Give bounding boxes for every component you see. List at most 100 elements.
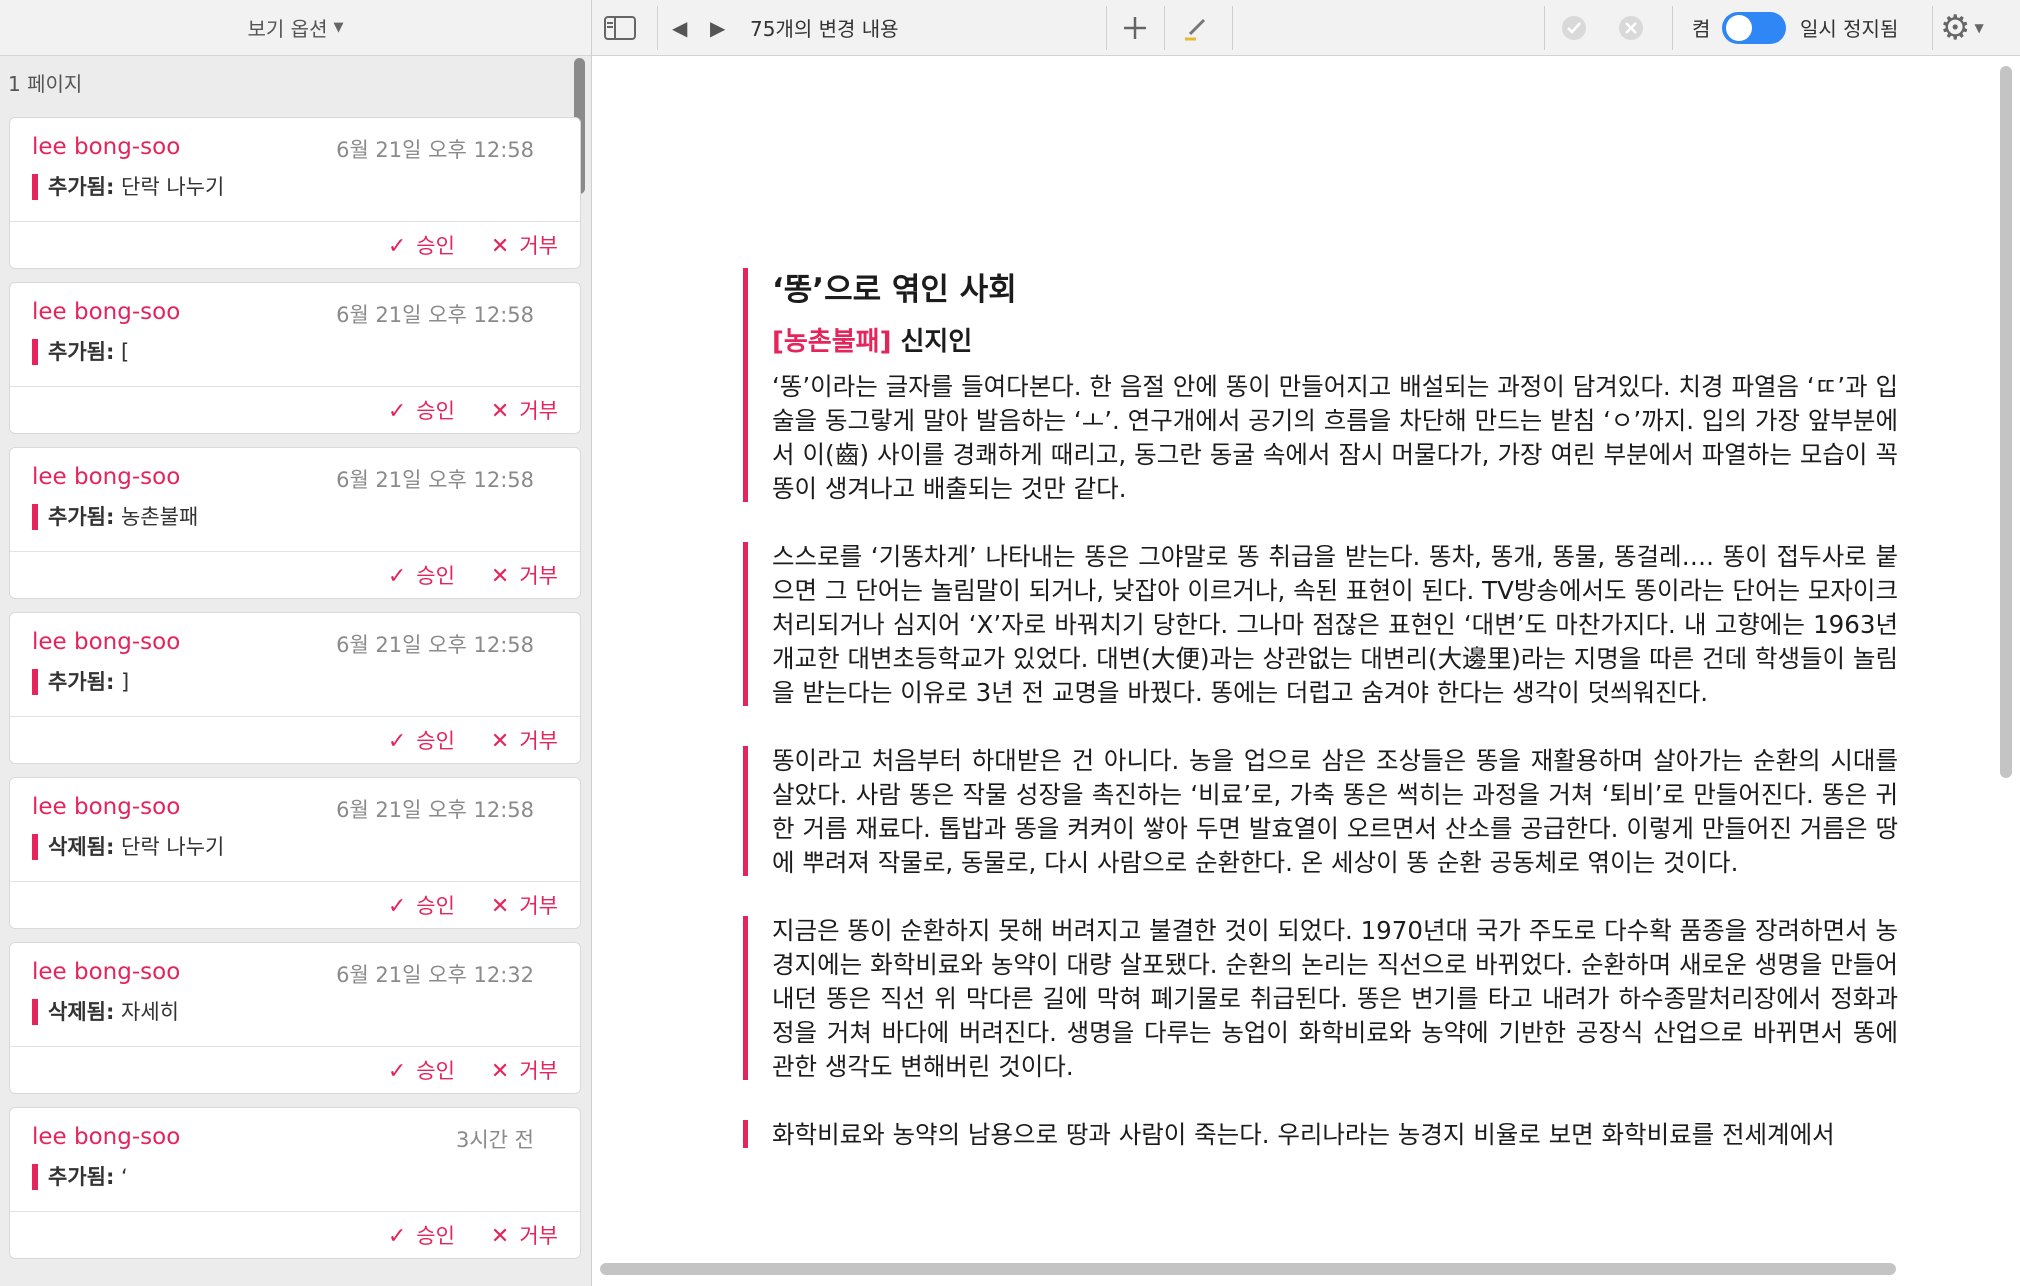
next-change-button[interactable]: ▶	[710, 0, 725, 55]
paragraph: 화학비료와 농약의 남용으로 땅과 사람이 죽는다. 우리나라는 농경지 비율로…	[772, 1120, 1835, 1149]
toolbar-divider	[1106, 6, 1107, 50]
change-card[interactable]: lee bong-soo 3시간 전 추가됨: ‘ ✓ 승인 ✕ 거부	[9, 1107, 581, 1259]
reject-label: 거부	[519, 729, 558, 753]
title-block: ‘똥’으로 엮인 사회 [농촌불패] 신지인 ‘똥’이라는 글자를 들여다본다.…	[743, 266, 1898, 506]
reject-label: 거부	[519, 564, 558, 588]
change-card[interactable]: lee bong-soo 6월 21일 오후 12:58 삭제됨: 단락 나누기 ✓ 승…	[9, 777, 581, 929]
horizontal-scrollbar[interactable]	[600, 1263, 1896, 1275]
close-icon: ✕	[490, 729, 510, 754]
close-icon: ✕	[490, 894, 510, 919]
change-actions: ✓ 승인 ✕ 거부	[10, 716, 580, 763]
reject-button[interactable]: ✕ 거부	[491, 230, 558, 260]
accept-button[interactable]: ✓ 승인	[388, 1220, 455, 1250]
reject-button[interactable]: ✕ 거부	[491, 890, 558, 920]
check-circle-icon	[1562, 15, 1586, 40]
add-comment-button[interactable]	[1122, 0, 1148, 55]
accept-label: 승인	[416, 894, 455, 918]
toolbar-divider	[1544, 6, 1545, 50]
highlighter-icon	[1185, 18, 1206, 40]
reject-button[interactable]: ✕ 거부	[491, 395, 558, 425]
track-changes-on-label: 켬	[1692, 17, 1711, 41]
change-kind: 추가됨:	[48, 505, 115, 529]
paragraph-block: 똥이라고 처음부터 하대받은 건 아니다. 농을 업으로 삼은 조상들은 똥을 …	[743, 744, 1898, 880]
close-icon: ✕	[490, 234, 510, 259]
check-icon: ✓	[387, 234, 407, 259]
reject-button[interactable]: ✕ 거부	[491, 725, 558, 755]
accept-button[interactable]: ✓ 승인	[388, 890, 455, 920]
reject-all-button[interactable]	[1617, 0, 1645, 55]
change-kind: 추가됨:	[48, 175, 115, 199]
change-card[interactable]: lee bong-soo 6월 21일 오후 12:58 추가됨: [✓ 승인 ✕ 거부	[9, 282, 581, 434]
highlight-button[interactable]	[1182, 0, 1210, 55]
close-icon: ✕	[490, 1224, 510, 1249]
change-text: 자세히	[121, 1000, 180, 1024]
reject-label: 거부	[519, 894, 558, 918]
change-text: 단락 나누기	[121, 835, 225, 859]
change-description: 추가됨: 단락 나누기	[32, 174, 224, 200]
paragraph: ‘똥’이라는 글자를 들여다본다. 한 음절 안에 똥이 만들어지고 배설되는 …	[772, 372, 1898, 503]
change-text: [	[121, 340, 130, 364]
article: ‘똥’으로 엮인 사회 [농촌불패] 신지인 ‘똥’이라는 글자를 들여다본다.…	[743, 266, 1898, 1186]
change-time: 6월 21일 오후 12:58	[336, 138, 534, 162]
check-icon: ✓	[387, 564, 407, 589]
check-icon: ✓	[387, 729, 407, 754]
change-actions: ✓ 승인 ✕ 거부	[10, 1211, 580, 1258]
paragraph: 스스로를 ‘기똥차게’ 나타내는 똥은 그야말로 똥 취급을 받는다. 똥차, …	[772, 542, 1898, 707]
change-card[interactable]: lee bong-soo 6월 21일 오후 12:58 추가됨: ] ✓ 승인 ✕ 거부	[9, 612, 581, 764]
change-card[interactable]: lee bong-soo 6월 21일 오후 12:58 추가됨: 농촌불패 ✓ 승인 ✕…	[9, 447, 581, 599]
view-options-label: 보기 옵션	[247, 17, 328, 41]
accept-button[interactable]: ✓ 승인	[388, 725, 455, 755]
change-bar	[743, 916, 748, 1080]
change-card[interactable]: lee bong-soo 6월 21일 오후 12:32 삭제됨: 자세히 ✓ 승인 ✕ 거…	[9, 942, 581, 1094]
reject-label: 거부	[519, 234, 558, 258]
accept-button[interactable]: ✓ 승인	[388, 1055, 455, 1085]
paragraph-block: 화학비료와 농약의 남용으로 땅과 사람이 죽는다. 우리나라는 농경지 비율로…	[743, 1118, 1898, 1152]
change-text: ‘	[121, 1165, 128, 1189]
change-actions: ✓ 승인 ✕ 거부	[10, 1046, 580, 1093]
reject-button[interactable]: ✕ 거부	[491, 1220, 558, 1250]
change-description: 추가됨: 농촌불패	[32, 504, 198, 530]
change-time: 6월 21일 오후 12:32	[336, 963, 534, 987]
toolbar-divider	[1932, 6, 1933, 50]
article-subtitle: [농촌불패] 신지인	[772, 322, 1898, 362]
settings-button[interactable]: ⚙ ▼	[1940, 0, 1984, 55]
accept-button[interactable]: ✓ 승인	[388, 560, 455, 590]
change-kind: 추가됨:	[48, 1165, 115, 1189]
change-description: 추가됨: ‘	[32, 1164, 128, 1190]
accept-label: 승인	[416, 1059, 455, 1083]
changes-count: 75개의 변경 내용	[750, 17, 899, 41]
sidebar-toggle-button[interactable]	[604, 0, 636, 55]
author-name: 신지인	[900, 327, 973, 357]
close-icon: ✕	[490, 399, 510, 424]
accept-button[interactable]: ✓ 승인	[388, 230, 455, 260]
change-actions: ✓ 승인 ✕ 거부	[10, 551, 580, 598]
vertical-scrollbar[interactable]	[2000, 66, 2012, 778]
change-time: 6월 21일 오후 12:58	[336, 633, 534, 657]
track-changes-toggle[interactable]	[1722, 11, 1786, 44]
changes-sidebar: 보기 옵션 ▼ 1 페이지 lee bong-soo 6월 21일 오후 12:5…	[0, 0, 592, 1286]
change-time: 6월 21일 오후 12:58	[336, 798, 534, 822]
accept-label: 승인	[416, 729, 455, 753]
accept-label: 승인	[416, 1224, 455, 1248]
change-kind: 추가됨:	[48, 670, 115, 694]
check-icon: ✓	[387, 894, 407, 919]
reject-button[interactable]: ✕ 거부	[491, 1055, 558, 1085]
document-area[interactable]: ‘똥’으로 엮인 사회 [농촌불패] 신지인 ‘똥’이라는 글자를 들여다본다.…	[592, 56, 1992, 1256]
check-icon: ✓	[387, 399, 407, 424]
change-actions: ✓ 승인 ✕ 거부	[10, 386, 580, 433]
change-description: 삭제됨: 자세히	[32, 999, 179, 1025]
change-actions: ✓ 승인 ✕ 거부	[10, 221, 580, 268]
change-kind: 삭제됨:	[48, 835, 115, 859]
reject-label: 거부	[519, 1059, 558, 1083]
previous-change-button[interactable]: ◀	[672, 0, 687, 55]
gear-icon: ⚙	[1940, 7, 1971, 48]
toolbar-divider	[657, 6, 658, 50]
sidebar-icon	[604, 15, 636, 40]
view-options-menu[interactable]: 보기 옵션 ▼	[0, 0, 591, 56]
toolbar: ◀ ▶ 75개의 변경 내용 켬 일시 정지됨 ⚙ ▼	[592, 0, 2020, 56]
accept-all-button[interactable]	[1560, 0, 1588, 55]
change-card[interactable]: lee bong-soo 6월 21일 오후 12:58 추가됨: 단락 나누기 ✓ 승…	[9, 117, 581, 269]
change-time: 3시간 전	[456, 1128, 534, 1152]
accept-button[interactable]: ✓ 승인	[388, 395, 455, 425]
reject-button[interactable]: ✕ 거부	[491, 560, 558, 590]
